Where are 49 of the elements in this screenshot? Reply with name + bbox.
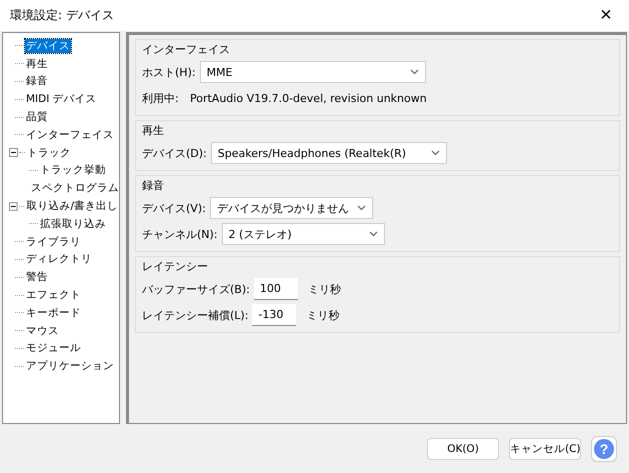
tree-item[interactable]: 拡張取り込み <box>39 216 107 231</box>
tree-item[interactable]: トラック <box>26 146 72 160</box>
tree-item[interactable]: 再生 <box>25 56 49 71</box>
info-text: PortAudio V19.7.0-devel, revision unknown <box>190 92 427 104</box>
field-label: バッファーサイズ(B): <box>142 282 250 296</box>
dropdown[interactable]: MME <box>200 61 426 83</box>
field-label: ホスト(H): <box>142 64 196 80</box>
tree-item[interactable]: ライブラリ <box>25 234 82 249</box>
chevron-down-icon <box>410 69 419 75</box>
chevron-down-icon <box>430 150 440 156</box>
tree-item[interactable]: エフェクト <box>25 288 82 302</box>
input-field[interactable]: 100 <box>254 278 298 300</box>
window-title: 環境設定: デバイス <box>10 7 114 24</box>
tree-item[interactable]: トラック挙動 <box>39 163 107 178</box>
unit-label: ミリ秒 <box>306 308 340 322</box>
tree-item[interactable]: 品質 <box>25 110 49 124</box>
field-label: レイテンシー補償(L): <box>142 308 248 322</box>
field-label: 利用中: <box>142 90 180 106</box>
tree-item[interactable]: キーボード <box>25 306 82 320</box>
group-title: 再生 <box>142 123 165 138</box>
field-label: デバイス(D): <box>142 146 207 160</box>
chevron-down-icon <box>368 231 378 237</box>
dialog-button[interactable]: キャンセル(C) <box>509 438 581 460</box>
tree-item[interactable]: デバイス <box>25 38 71 53</box>
close-button[interactable]: × <box>591 2 621 30</box>
chevron-down-icon <box>357 205 366 211</box>
dropdown[interactable]: Speakers/Headphones (Realtek(R) <box>210 142 447 164</box>
tree-item[interactable]: スペクトログラム <box>30 181 120 196</box>
tree-item[interactable]: 警告 <box>25 270 49 284</box>
dialog-button[interactable]: OK(O) <box>427 438 499 460</box>
group-title: インターフェイス <box>142 42 231 57</box>
unit-label: ミリ秒 <box>308 282 341 296</box>
tree-item[interactable]: MIDI デバイス <box>25 92 98 106</box>
dropdown[interactable]: 2 (ステレオ) <box>222 223 385 245</box>
group-title: レイテンシー <box>142 259 209 274</box>
field-label: デバイス(V): <box>142 200 206 216</box>
tree-item[interactable]: 録音 <box>25 74 49 88</box>
field-label: チャンネル(N): <box>142 226 218 242</box>
dropdown[interactable]: デバイスが見つかりません <box>210 197 373 219</box>
input-field[interactable]: -130 <box>252 304 296 326</box>
tree-item[interactable]: マウス <box>25 324 60 338</box>
tree-item[interactable]: アプリケーション <box>25 359 115 374</box>
collapse-icon[interactable] <box>9 148 18 158</box>
tree-item[interactable]: 取り込み/書き出し <box>25 199 119 214</box>
tree-item[interactable]: インターフェイス <box>25 128 115 142</box>
group-title: 録音 <box>142 178 165 193</box>
collapse-icon[interactable] <box>9 202 18 211</box>
tree-item[interactable]: モジュール <box>25 341 82 356</box>
tree-item[interactable]: ディレクトリ <box>25 252 93 266</box>
